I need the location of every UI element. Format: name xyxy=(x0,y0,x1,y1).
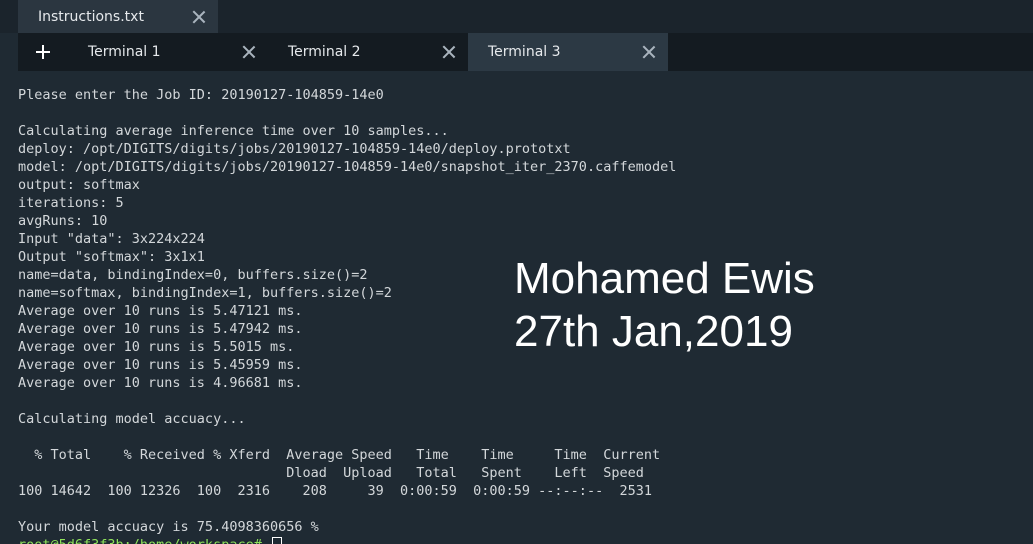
watermark-name: Mohamed Ewis xyxy=(514,254,815,303)
watermark-date: 27th Jan,2019 xyxy=(514,307,793,356)
terminal-line: Average over 10 runs is 5.45959 ms. xyxy=(18,357,303,373)
terminal-line: Calculating model accuacy... xyxy=(18,411,246,427)
file-tab-label: Instructions.txt xyxy=(38,8,144,25)
close-icon[interactable] xyxy=(642,45,656,59)
terminal-line: deploy: /opt/DIGITS/digits/jobs/20190127… xyxy=(18,141,571,157)
terminal-prompt-line: root@5d6f3f3b:/home/workspace# xyxy=(18,536,1033,544)
terminal-line: Input "data": 3x224x224 xyxy=(18,231,205,247)
close-icon[interactable] xyxy=(242,45,256,59)
tab-label: Terminal 3 xyxy=(488,44,561,60)
terminal-line: Your model accuacy is 75.4098360656 % xyxy=(18,519,319,535)
new-terminal-button[interactable] xyxy=(18,33,68,71)
window-left-edge xyxy=(0,33,18,544)
plus-icon xyxy=(36,45,50,59)
terminal-line: model: /opt/DIGITS/digits/jobs/20190127-… xyxy=(18,159,677,175)
terminal-line: output: softmax xyxy=(18,177,140,193)
terminal-line: Average over 10 runs is 4.96681 ms. xyxy=(18,375,303,391)
terminal-line: avgRuns: 10 xyxy=(18,213,108,229)
terminal-line: % Total % Received % Xferd Average Speed… xyxy=(18,447,661,463)
tab-label: Terminal 2 xyxy=(288,44,361,60)
terminal-cursor xyxy=(271,537,282,544)
terminal-prompt: root@5d6f3f3b:/home/workspace# xyxy=(18,537,270,544)
terminal-line: Calculating average inference time over … xyxy=(18,123,449,139)
tab-terminal-3[interactable]: Terminal 3 xyxy=(468,33,668,71)
terminal-line: iterations: 5 xyxy=(18,195,124,211)
terminal-line: Please enter the Job ID: 20190127-104859… xyxy=(18,87,384,103)
tab-label: Terminal 1 xyxy=(88,44,161,60)
watermark: Mohamed Ewis 27th Jan,2019 xyxy=(514,252,815,358)
terminal-line: 100 14642 100 12326 100 2316 208 39 0:00… xyxy=(18,483,652,499)
close-icon[interactable] xyxy=(442,45,456,59)
file-tab-instructions[interactable]: Instructions.txt xyxy=(18,0,218,33)
terminal-line: Dload Upload Total Spent Left Speed xyxy=(18,465,644,481)
terminal-tab-bar: Terminal 1 Terminal 2 Terminal 3 xyxy=(18,33,1033,71)
close-icon[interactable] xyxy=(192,10,206,24)
tab-terminal-1[interactable]: Terminal 1 xyxy=(68,33,268,71)
tab-terminal-2[interactable]: Terminal 2 xyxy=(268,33,468,71)
file-tab-bar: Instructions.txt xyxy=(0,0,1033,33)
